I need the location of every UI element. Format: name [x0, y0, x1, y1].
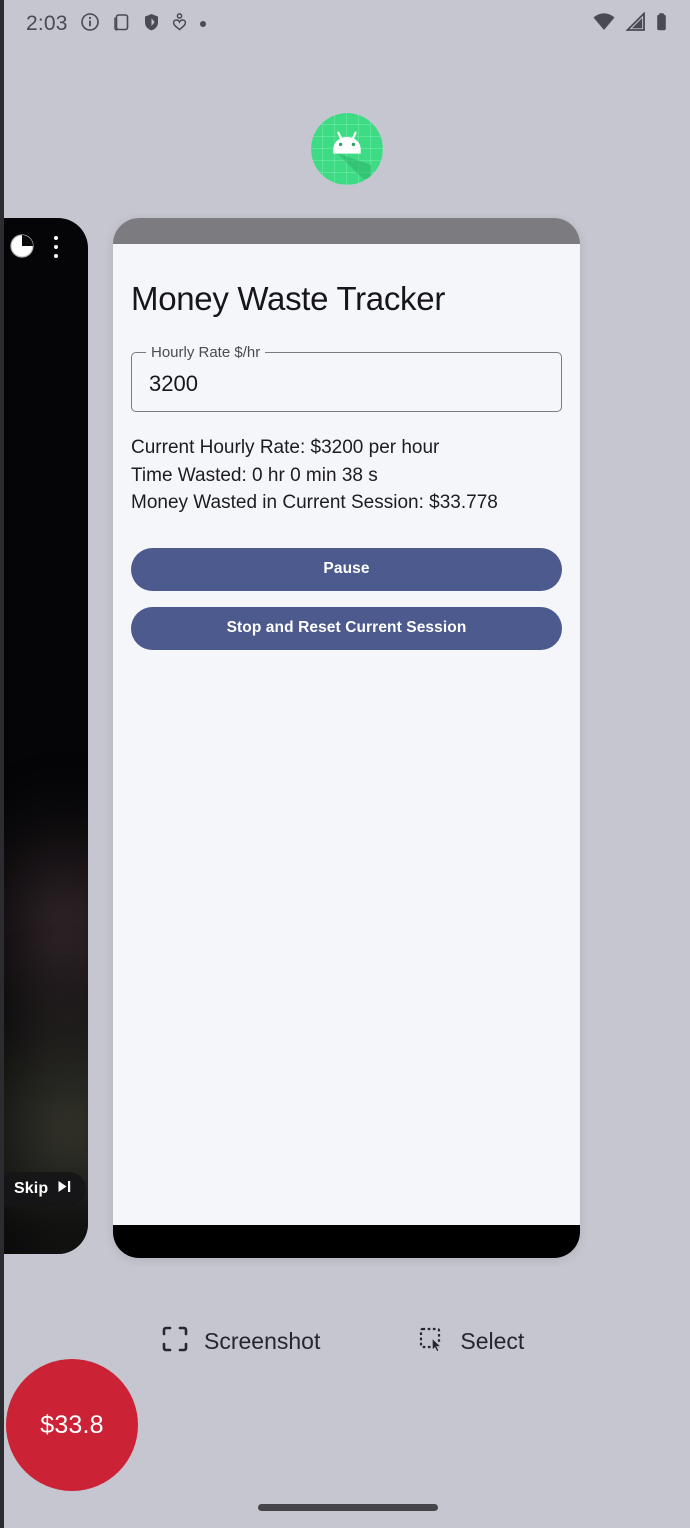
pie-chart-icon[interactable]	[8, 232, 36, 265]
overview-action-bar: Screenshot Select	[0, 1313, 690, 1369]
select-action-label: Select	[460, 1327, 525, 1354]
media-panel-toolbar	[0, 218, 88, 278]
pause-button[interactable]: Pause	[131, 547, 562, 591]
status-bar: 2:03	[0, 0, 690, 48]
skip-next-icon	[57, 1180, 72, 1198]
stat-money-wasted: Money Wasted in Current Session: $33.778	[131, 492, 498, 513]
hourly-rate-field-wrapper[interactable]: Hourly Rate $/hr 3200	[131, 343, 562, 412]
status-bar-left-group: 2:03	[26, 12, 207, 37]
android-app-icon[interactable]	[311, 113, 383, 185]
hourly-rate-label: Hourly Rate $/hr	[151, 343, 261, 361]
home-gesture-bar[interactable]	[258, 1504, 438, 1511]
hourly-rate-label-notch: Hourly Rate $/hr	[146, 343, 266, 361]
skip-button[interactable]: Skip	[0, 1172, 87, 1206]
media-preview-panel[interactable]: Skip	[0, 218, 88, 1254]
select-cursor-icon	[418, 1326, 444, 1357]
app-content-area: Money Waste Tracker Hourly Rate $/hr 320…	[113, 244, 580, 1225]
money-waste-overlay-bubble[interactable]: $33.8	[6, 1359, 138, 1491]
screen-left-edge	[0, 0, 4, 1528]
app-task-card[interactable]: Money Waste Tracker Hourly Rate $/hr 320…	[113, 218, 580, 1258]
more-vertical-icon[interactable]	[54, 236, 58, 258]
select-action[interactable]: Select	[418, 1326, 524, 1357]
skip-button-label: Skip	[14, 1180, 49, 1197]
stat-current-hourly-rate: Current Hourly Rate: $3200 per hour	[131, 437, 440, 458]
dot-icon	[199, 15, 207, 33]
card-status-strip	[113, 218, 580, 244]
page-title: Money Waste Tracker	[131, 280, 446, 317]
battery-icon	[655, 12, 668, 37]
media-blur-highlight-c	[0, 1198, 88, 1254]
stat-time-wasted: Time Wasted: 0 hr 0 min 38 s	[131, 464, 378, 486]
crop-frame-icon	[162, 1326, 188, 1357]
cellular-signal-icon	[625, 10, 646, 37]
bubble-amount-label: $33.8	[40, 1410, 104, 1439]
shield-icon	[143, 12, 160, 37]
card-navigation-bar	[113, 1225, 580, 1258]
session-stats: Current Hourly Rate: $3200 per hour Time…	[131, 434, 562, 517]
device-screen: 2:03 Skip Money Waste Tracker Hourly Rat…	[0, 0, 690, 1528]
status-bar-right-group	[592, 10, 668, 37]
screenshot-action[interactable]: Screenshot	[162, 1326, 320, 1357]
status-bar-clock: 2:03	[26, 12, 68, 35]
hourly-rate-input[interactable]: 3200	[149, 371, 198, 397]
screenshot-action-label: Screenshot	[204, 1327, 321, 1354]
stop-and-reset-button[interactable]: Stop and Reset Current Session	[131, 606, 562, 650]
info-icon	[80, 12, 100, 37]
heart-monitor-icon	[172, 12, 187, 37]
wifi-icon	[592, 12, 616, 37]
screenshot-icon	[112, 12, 131, 37]
